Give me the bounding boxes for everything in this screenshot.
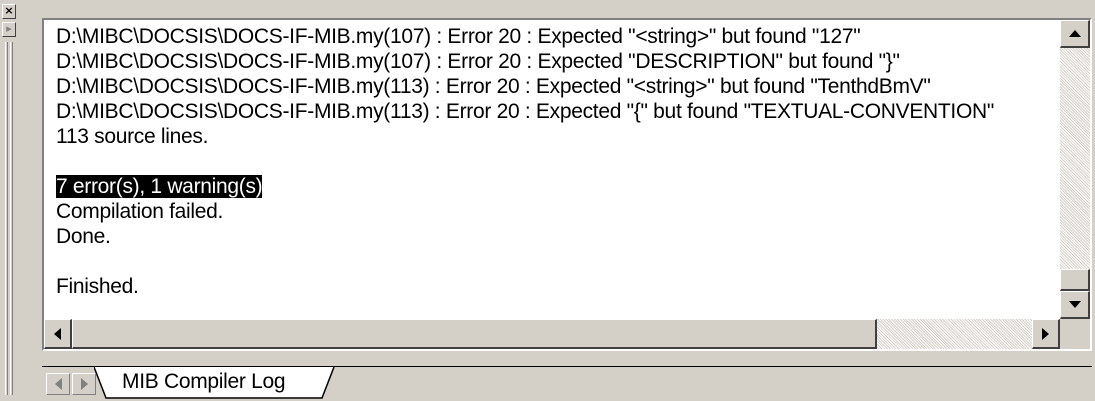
log-line: D:\MIBC\DOCSIS\DOCS-IF-MIB.my(113) : Err… <box>56 100 995 123</box>
tab-scroll-prev-button[interactable] <box>46 373 70 395</box>
tab-strip: MIB Compiler Log <box>42 351 1092 401</box>
close-icon[interactable]: × <box>2 4 16 19</box>
log-line: D:\MIBC\DOCSIS\DOCS-IF-MIB.my(107) : Err… <box>56 25 861 48</box>
arrow-right-icon <box>80 378 88 390</box>
scrollbar-corner <box>1060 319 1090 349</box>
horizontal-scrollbar[interactable] <box>44 319 1060 349</box>
vertical-scrollbar[interactable] <box>1060 20 1090 319</box>
drag-handle[interactable] <box>10 42 13 395</box>
log-line: Done. <box>56 225 111 248</box>
output-pane: D:\MIBC\DOCSIS\DOCS-IF-MIB.my(107) : Err… <box>42 18 1092 351</box>
log-line: D:\MIBC\DOCSIS\DOCS-IF-MIB.my(113) : Err… <box>56 75 931 98</box>
log-line: Finished. <box>56 275 139 298</box>
log-line-blank <box>56 249 1060 274</box>
log-line-selected: 7 error(s), 1 warning(s) <box>56 174 1060 199</box>
log-line: D:\MIBC\DOCSIS\DOCS-IF-MIB.my(107) : Err… <box>56 50 900 73</box>
selected-text: 7 error(s), 1 warning(s) <box>56 175 263 198</box>
arrow-up-icon <box>1068 30 1081 37</box>
float-window-icon[interactable]: ▸ <box>2 22 16 37</box>
drag-handle[interactable] <box>5 42 8 395</box>
arrow-left-icon <box>54 378 62 390</box>
scroll-up-button[interactable] <box>1060 20 1090 48</box>
arrow-right-icon <box>1042 327 1049 340</box>
log-line: 113 source lines. <box>56 125 209 148</box>
horizontal-scroll-thumb[interactable] <box>72 319 877 349</box>
log-line: Compilation failed. <box>56 200 224 223</box>
log-line-blank <box>56 149 1060 174</box>
scroll-down-button[interactable] <box>1060 291 1090 319</box>
compiler-log-text[interactable]: D:\MIBC\DOCSIS\DOCS-IF-MIB.my(107) : Err… <box>44 20 1060 319</box>
arrow-left-icon <box>54 327 61 340</box>
scroll-right-button[interactable] <box>1032 319 1060 349</box>
docking-gripper: × ▸ <box>0 0 40 401</box>
scroll-left-button[interactable] <box>44 319 72 349</box>
tab-scroll-next-button[interactable] <box>72 373 96 395</box>
vertical-scroll-thumb[interactable] <box>1060 269 1090 291</box>
tab-label[interactable]: MIB Compiler Log <box>122 370 286 394</box>
arrow-down-icon <box>1068 301 1081 308</box>
